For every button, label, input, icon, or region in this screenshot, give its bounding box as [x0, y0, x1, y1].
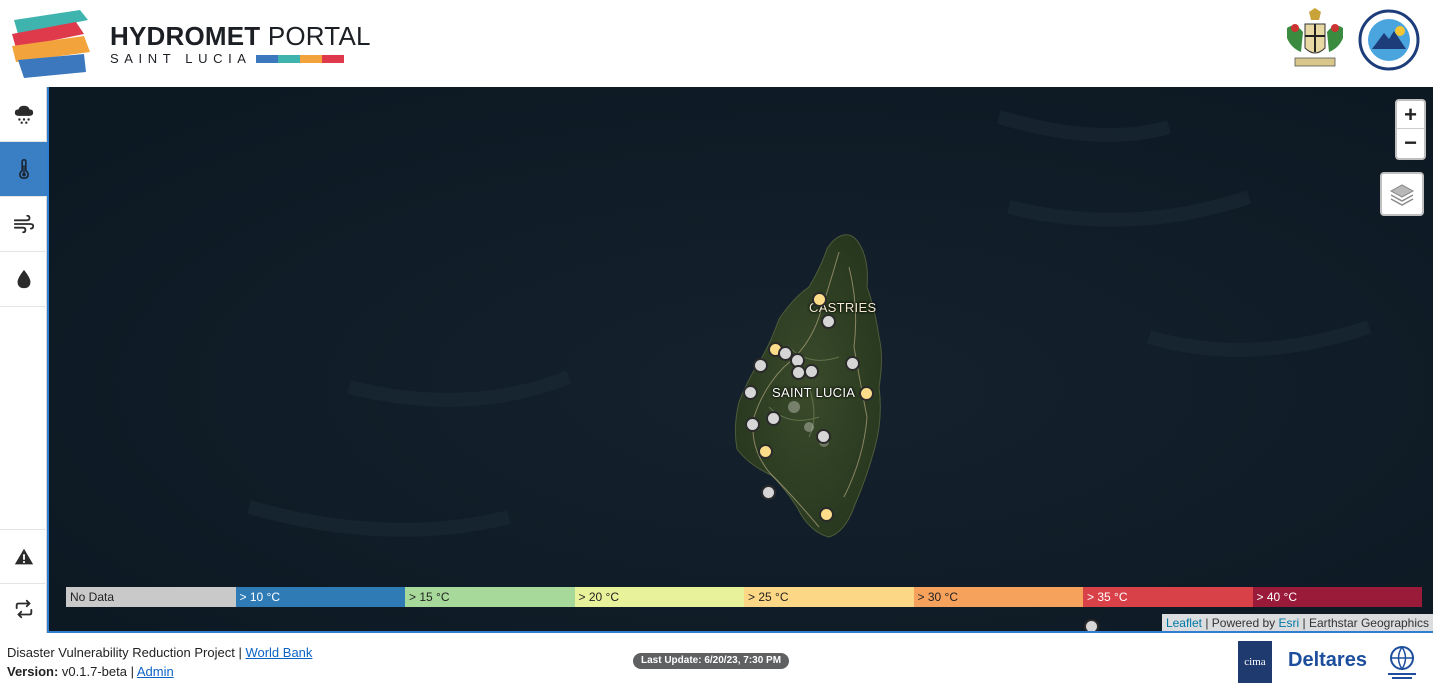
sidebar-item-humidity[interactable]: [0, 252, 47, 307]
temperature-legend: No Data > 10 °C > 15 °C > 20 °C > 25 °C > 30 …: [66, 587, 1422, 607]
map-attribution: Leaflet | Powered by Esri | Earthstar Ge…: [1161, 614, 1433, 631]
station-marker[interactable]: [743, 385, 758, 400]
last-update-badge: Last Update: 6/20/23, 7:30 PM: [633, 653, 790, 669]
legend-item: > 25 °C: [744, 587, 914, 607]
refresh-icon: [15, 599, 32, 618]
station-marker[interactable]: [766, 411, 781, 426]
brand-stripe: [255, 54, 344, 63]
map-view[interactable]: CASTRIES SAINT LUCIA + − No Data > 10 °C >…: [47, 87, 1433, 633]
sidebar: [0, 87, 47, 633]
legend-item: No Data: [66, 587, 236, 607]
zoom-in-button[interactable]: +: [1397, 101, 1424, 129]
legend-item: > 10 °C: [235, 587, 405, 607]
version-label: Version:: [7, 664, 59, 679]
station-marker[interactable]: [761, 485, 776, 500]
esri-link[interactable]: Esri: [1278, 616, 1299, 630]
world-bank-group-logo: [1388, 646, 1416, 679]
zoom-out-button[interactable]: −: [1397, 129, 1424, 157]
leaflet-link[interactable]: Leaflet: [1166, 616, 1202, 630]
station-marker[interactable]: [821, 314, 836, 329]
station-marker[interactable]: [804, 364, 819, 379]
station-marker[interactable]: [753, 358, 768, 373]
zoom-control: + −: [1395, 99, 1426, 160]
station-marker[interactable]: [758, 444, 773, 459]
met-services-seal-icon: [1358, 9, 1420, 71]
warning-icon: [14, 548, 33, 564]
sidebar-item-alerts[interactable]: [0, 529, 47, 584]
legend-item: > 40 °C: [1252, 587, 1422, 607]
satellite-basemap[interactable]: [49, 87, 1433, 633]
sidebar-item-refresh[interactable]: [0, 584, 47, 633]
station-marker[interactable]: [816, 429, 831, 444]
sidebar-item-rainfall[interactable]: [0, 87, 47, 142]
station-marker[interactable]: [845, 356, 860, 371]
cima-logo: cima: [1238, 641, 1272, 683]
brand-subtitle: SAINT LUCIA: [110, 51, 252, 66]
version-value: v0.1.7-beta |: [58, 664, 137, 679]
legend-item: > 35 °C: [1083, 587, 1253, 607]
brand-title: HYDROMET PORTAL: [110, 21, 371, 51]
layers-button[interactable]: [1380, 172, 1424, 216]
hydromet-logo[interactable]: [10, 6, 92, 80]
partner-logos: cima Deltares: [1238, 641, 1428, 685]
legend-item: > 20 °C: [574, 587, 744, 607]
rain-cloud-icon: [14, 105, 33, 124]
admin-link[interactable]: Admin: [137, 664, 174, 679]
layers-icon: [1389, 184, 1415, 206]
world-bank-link[interactable]: World Bank: [245, 645, 312, 660]
thermometer-icon: [18, 159, 29, 179]
station-marker[interactable]: [812, 292, 827, 307]
footer-info: Disaster Vulnerability Reduction Project…: [7, 645, 313, 679]
water-drop-icon: [17, 269, 30, 289]
brand: HYDROMET PORTAL SAINT LUCIA: [110, 22, 371, 66]
map-label-saint-lucia: SAINT LUCIA: [772, 385, 856, 400]
wind-icon: [13, 214, 34, 234]
station-marker[interactable]: [1084, 619, 1099, 631]
legend-item: > 15 °C: [405, 587, 575, 607]
app-header: HYDROMET PORTAL SAINT LUCIA: [0, 0, 1433, 87]
deltares-logo: Deltares: [1288, 649, 1367, 671]
station-marker[interactable]: [859, 386, 874, 401]
app-footer: Disaster Vulnerability Reduction Project…: [0, 633, 1433, 693]
station-marker[interactable]: [819, 507, 834, 522]
station-marker[interactable]: [745, 417, 760, 432]
coat-of-arms-icon: [1287, 8, 1343, 67]
legend-item: > 30 °C: [913, 587, 1083, 607]
sidebar-item-temperature[interactable]: [0, 142, 47, 197]
sidebar-item-wind[interactable]: [0, 197, 47, 252]
